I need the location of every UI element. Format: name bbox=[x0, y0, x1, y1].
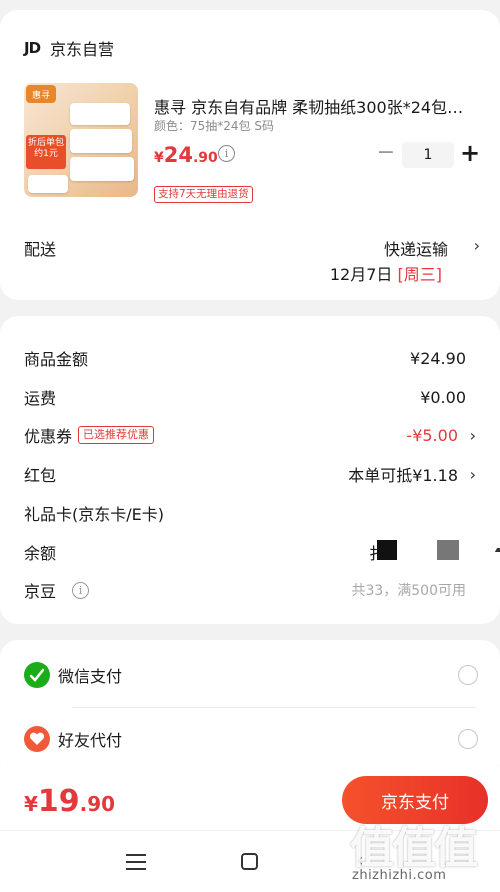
brand-badge: 惠寻 bbox=[26, 85, 56, 103]
fee-row-shipping: 运费 ¥0.00 bbox=[24, 385, 476, 409]
fee-label: 礼品卡(京东卡/E卡) bbox=[24, 505, 164, 524]
shop-name: 京东自营 bbox=[50, 40, 115, 59]
fee-row-goods-amount: 商品金额 ¥24.90 bbox=[24, 346, 476, 370]
watermark: 值值值 zhizhizhi.com bbox=[350, 812, 496, 890]
jd-beans-value: 共33，满500可用 bbox=[351, 583, 466, 599]
chevron-right-icon[interactable]: › bbox=[470, 426, 476, 445]
delivery-weekday: [周三] bbox=[397, 265, 443, 284]
payment-method-wechat[interactable]: 微信支付 bbox=[24, 661, 478, 689]
coupon-tag: 已选推荐优惠 bbox=[78, 426, 155, 444]
delivery-date[interactable]: 12月7日 [周三] bbox=[330, 261, 442, 285]
redacted-block bbox=[377, 540, 397, 560]
total-currency: ¥ bbox=[24, 792, 38, 816]
payment-method-label: 好友代付 bbox=[58, 731, 123, 750]
chevron-right-icon[interactable]: › bbox=[470, 465, 476, 484]
delivery-date-text: 12月7日 bbox=[329, 265, 393, 284]
promo-badge: 折后单包约1元 bbox=[26, 135, 66, 169]
product-title[interactable]: 惠寻 京东自有品牌 柔韧抽纸300张*24包… bbox=[154, 94, 474, 118]
order-card: JD 京东自营 惠寻 折后单包约1元 惠寻 京东自有品牌 柔韧抽纸300张*24… bbox=[0, 10, 500, 300]
fee-label: 优惠券 已选推荐优惠 bbox=[24, 423, 155, 447]
tissue-pack bbox=[70, 103, 130, 125]
fee-label: 红包 bbox=[24, 466, 57, 485]
home-icon[interactable] bbox=[241, 853, 258, 870]
shipping-label: 配送 bbox=[24, 240, 57, 259]
fee-label: 运费 bbox=[24, 389, 57, 408]
product-price: ¥ 24 .90 bbox=[154, 143, 218, 167]
redacted-block bbox=[494, 548, 500, 552]
heart-gift-icon bbox=[24, 726, 50, 752]
total-decimal: .90 bbox=[79, 792, 116, 816]
quantity-plus-button[interactable]: + bbox=[460, 141, 480, 165]
price-decimal: .90 bbox=[192, 150, 218, 166]
divider bbox=[72, 707, 476, 708]
fee-row-jd-beans[interactable]: 京豆 i 共33，满500可用 bbox=[24, 578, 476, 602]
payment-methods-card: 微信支付 好友代付 bbox=[0, 640, 500, 780]
jd-logo-icon: JD bbox=[24, 39, 41, 57]
shipping-method[interactable]: 快递运输 bbox=[384, 236, 448, 260]
payment-method-friend-pay[interactable]: 好友代付 bbox=[24, 725, 478, 753]
wechat-pay-icon bbox=[24, 662, 50, 688]
return-policy-tag: 支持7天无理由退货 bbox=[154, 186, 253, 203]
payment-method-label: 微信支付 bbox=[58, 667, 123, 686]
fee-row-balance[interactable]: 余额 扌 bbox=[24, 540, 500, 564]
fee-value: ¥0.00 bbox=[420, 387, 466, 407]
redacted-block: 扌 bbox=[369, 540, 397, 563]
fees-card: 商品金额 ¥24.90 运费 ¥0.00 优惠券 已选推荐优惠 -¥5.00 ›… bbox=[0, 316, 500, 624]
redacted-block bbox=[437, 540, 459, 560]
tissue-pack bbox=[70, 157, 134, 181]
price-info-icon[interactable]: i bbox=[218, 145, 235, 162]
watermark-logo: 值值值 bbox=[350, 823, 478, 874]
coupon-value: -¥5.00 bbox=[406, 425, 458, 445]
shop-header[interactable]: JD 京东自营 bbox=[24, 36, 114, 60]
fee-row-gift-card[interactable]: 礼品卡(京东卡/E卡) bbox=[24, 501, 476, 525]
fee-value: ¥24.90 bbox=[410, 348, 466, 368]
fee-label: 余额 bbox=[24, 544, 57, 563]
menu-icon[interactable] bbox=[126, 854, 146, 870]
fee-label: 京豆 i bbox=[24, 578, 90, 602]
fee-row-red-packet[interactable]: 红包 本单可抵¥1.18 › bbox=[24, 462, 476, 486]
tissue-pack bbox=[28, 175, 68, 193]
fee-row-coupon[interactable]: 优惠券 已选推荐优惠 -¥5.00 › bbox=[24, 423, 476, 447]
red-packet-value: 本单可抵¥1.18 bbox=[348, 466, 458, 485]
info-icon[interactable]: i bbox=[72, 581, 90, 599]
fee-label: 商品金额 bbox=[24, 350, 89, 369]
total-amount: ¥ 19 .90 bbox=[24, 784, 115, 819]
price-integer: 24 bbox=[163, 143, 193, 167]
jd-beans-label: 京豆 bbox=[24, 582, 57, 601]
tissue-pack bbox=[70, 129, 132, 153]
coupon-label: 优惠券 bbox=[24, 427, 73, 446]
quantity-input[interactable]: 1 bbox=[402, 142, 454, 168]
price-currency: ¥ bbox=[154, 150, 164, 166]
payment-radio[interactable] bbox=[458, 729, 478, 749]
product-image[interactable]: 惠寻 折后单包约1元 bbox=[24, 83, 138, 197]
product-spec[interactable]: 颜色：75抽*24包 S码 bbox=[154, 117, 274, 134]
watermark-url: zhizhizhi.com bbox=[352, 868, 447, 883]
quantity-minus-button[interactable]: − bbox=[376, 142, 396, 164]
chevron-right-icon[interactable]: › bbox=[474, 236, 480, 255]
total-integer: 19 bbox=[37, 784, 80, 819]
payment-radio[interactable] bbox=[458, 665, 478, 685]
